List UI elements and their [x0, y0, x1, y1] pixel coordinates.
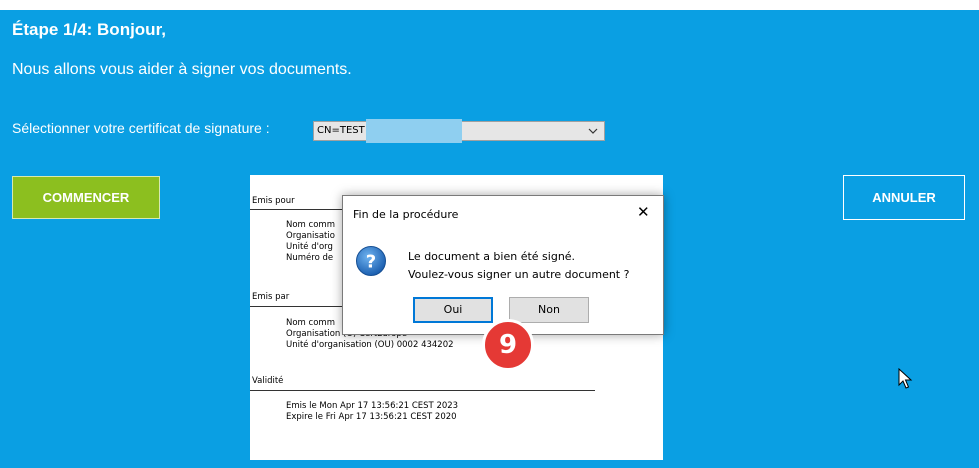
signature-wizard: Étape 1/4: Bonjour, Nous allons vous aid… [0, 10, 979, 468]
issued-to-field: Numéro de [286, 253, 334, 263]
issued-to-field: Organisatio [286, 231, 335, 241]
question-icon: ? [356, 246, 386, 276]
issued-to-header: Emis pour [252, 196, 295, 206]
certificate-select-value: CN=TEST [317, 125, 365, 136]
start-button[interactable]: COMMENCER [12, 176, 160, 219]
certificate-select[interactable]: CN=TEST [313, 119, 605, 143]
issued-by-header: Emis par [252, 292, 290, 302]
dialog-question: Voulez-vous signer un autre document ? [408, 268, 630, 281]
close-icon[interactable]: ✕ [637, 203, 653, 221]
chevron-down-icon [588, 128, 598, 134]
issued-to-field: Nom comm [286, 220, 335, 230]
no-button[interactable]: Non [509, 297, 589, 323]
mouse-cursor-icon [898, 368, 913, 389]
dialog-message: Le document a bien été signé. [408, 250, 576, 263]
divider [250, 390, 595, 391]
step-number-badge: 9 [482, 319, 534, 371]
issued-by-field: Unité d'organisation (OU) 0002 434202 [286, 340, 454, 350]
dialog-title: Fin de la procédure [353, 208, 459, 221]
svg-text:?: ? [366, 252, 376, 273]
yes-button[interactable]: Oui [413, 297, 493, 323]
validity-field: Emis le Mon Apr 17 13:56:21 CEST 2023 [286, 401, 459, 411]
validity-field: Expire le Fri Apr 17 13:56:21 CEST 2020 [286, 412, 457, 422]
step-title: Étape 1/4: Bonjour, [12, 20, 166, 39]
issued-by-field: Nom comm [286, 318, 335, 328]
subtitle: Nous allons vous aider à signer vos docu… [12, 61, 352, 78]
confirmation-dialog: Fin de la procédure ✕ ? Le document a bi… [342, 195, 664, 335]
issued-to-field: Unité d'org [286, 242, 333, 252]
redacted-region [366, 119, 462, 143]
certificate-label: Sélectionner votre certificat de signatu… [12, 120, 270, 136]
cancel-button[interactable]: ANNULER [843, 175, 965, 220]
validity-header: Validité [252, 376, 284, 386]
